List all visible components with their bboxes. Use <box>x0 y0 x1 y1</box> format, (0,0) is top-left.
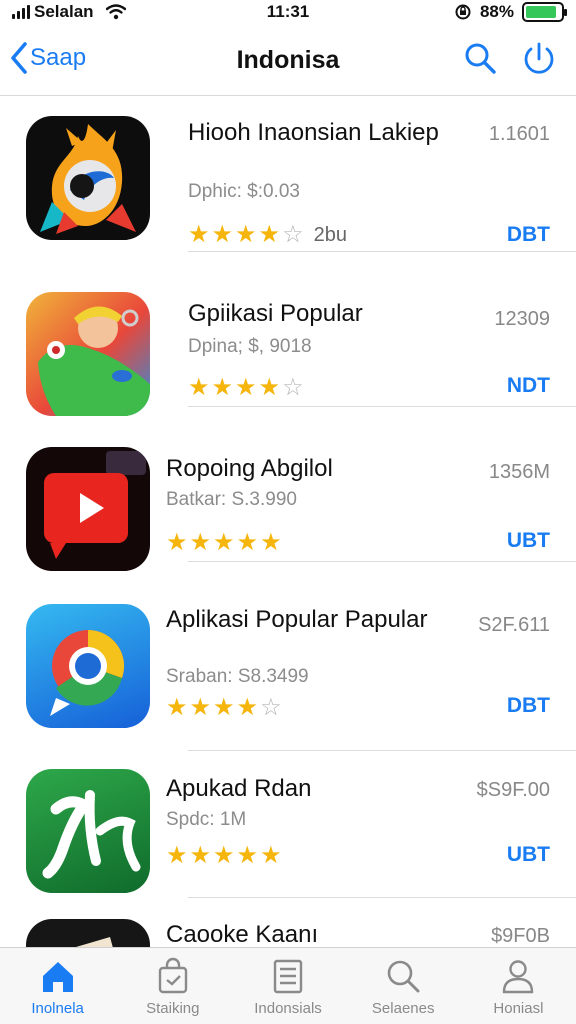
app-list: Hiooh Inaonsian Lakiep Dphic: $:0.03 ★ ★ ★… <box>0 97 576 947</box>
tab-label: Inolnela <box>31 1000 84 1017</box>
navigation-bar: Saap Indonisa <box>0 26 576 96</box>
app-name: Apukad Rdan <box>166 775 312 802</box>
app-price: 1356M <box>488 461 550 483</box>
app-price: $S9F.00 <box>476 779 550 801</box>
rating-count: 2bu <box>313 223 347 246</box>
divider <box>188 897 576 898</box>
list-item[interactable]: Aplikasi Popular Papular Sraban: S8.3499… <box>0 562 576 751</box>
battery-fill <box>526 6 556 18</box>
profile-icon <box>503 960 534 994</box>
tab-label: Staiking <box>146 1000 200 1017</box>
app-subtitle: Dphic: $:0.03 <box>188 181 300 202</box>
rating-stars: ★ ★ ★ ★ ☆ 2bu <box>188 223 347 247</box>
tab-home[interactable]: Inolnela <box>0 948 115 1024</box>
app-price: 12309 <box>494 308 550 330</box>
tab-list[interactable]: Indonsials <box>230 948 345 1024</box>
star-empty-icon: ☆ <box>282 221 304 248</box>
get-button[interactable]: NDT <box>507 374 550 398</box>
search-icon <box>387 960 420 993</box>
app-name: Gpiikasi Popular <box>188 300 363 327</box>
tab-profile[interactable]: Honiasl <box>461 948 576 1024</box>
home-icon <box>42 962 73 992</box>
star-filled-icon: ★ <box>213 694 235 721</box>
star-filled-icon: ★ <box>235 374 257 401</box>
get-button[interactable]: DBT <box>507 694 550 718</box>
star-filled-icon: ★ <box>189 529 212 556</box>
star-filled-icon: ★ <box>236 529 259 556</box>
rating-stars: ★ ★ ★ ★ ☆ <box>188 376 304 400</box>
calligraphy-icon <box>26 769 150 893</box>
star-filled-icon: ★ <box>213 842 235 869</box>
star-filled-icon: ★ <box>260 842 282 869</box>
rating-stars: ★ ★ ★ ★ ★ <box>166 844 282 868</box>
search-icon[interactable] <box>462 40 498 76</box>
status-bar: Selalan 11:31 88% <box>0 0 576 26</box>
tab-bar: Inolnela Staiking Indonsials Selaenes Ho… <box>0 947 576 1024</box>
list-item[interactable]: Apukad Rdan Spdc: 1M ★ ★ ★ ★ ★ $S9F.00 UBT <box>0 751 576 906</box>
star-filled-icon: ★ <box>260 529 282 556</box>
star-filled-icon: ★ <box>188 221 210 248</box>
star-filled-icon: ★ <box>189 694 212 721</box>
app-name: Hiooh Inaonsian Lakiep <box>188 119 439 146</box>
list-item[interactable]: Hiooh Inaonsian Lakiep Dphic: $:0.03 ★ ★ ★… <box>0 97 576 252</box>
list-item[interactable]: Caooke Kaanı $9F0B <box>0 907 576 947</box>
rating-stars: ★ ★ ★ ★ ★ <box>166 531 282 555</box>
app-price: 1.1601 <box>488 123 550 145</box>
star-filled-icon: ★ <box>166 842 188 869</box>
app-subtitle: Batkar: S.3.990 <box>166 489 297 510</box>
rotation-lock-icon <box>455 4 471 20</box>
star-filled-icon: ★ <box>258 221 281 248</box>
app-subtitle: Dpina; $, 9018 <box>188 336 312 357</box>
app-price: $9F0B <box>491 925 550 947</box>
battery-icon <box>522 2 567 22</box>
status-right: 88% <box>454 2 567 22</box>
star-filled-icon: ★ <box>211 374 234 401</box>
parrot-character-icon <box>26 292 150 416</box>
star-filled-icon: ★ <box>188 374 210 401</box>
star-filled-icon: ★ <box>236 842 259 869</box>
fire-mascot-icon <box>26 116 150 240</box>
tab-label: Honiasl <box>493 1000 544 1017</box>
star-filled-icon: ★ <box>213 529 235 556</box>
get-button[interactable]: UBT <box>507 529 550 553</box>
tab-shopping[interactable]: Staiking <box>115 948 230 1024</box>
shopping-bag-icon <box>158 957 187 994</box>
star-filled-icon: ★ <box>189 842 212 869</box>
star-filled-icon: ★ <box>166 529 188 556</box>
power-icon[interactable] <box>520 40 558 78</box>
list-document-icon <box>273 959 303 994</box>
tab-label: Indonsials <box>254 1000 322 1017</box>
app-subtitle: Sraban: S8.3499 <box>166 666 309 687</box>
get-button[interactable]: DBT <box>507 223 550 247</box>
star-filled-icon: ★ <box>166 694 188 721</box>
list-item[interactable]: Ropoing Abgilol Batkar: S.3.990 ★ ★ ★ ★ ★ 13… <box>0 407 576 571</box>
browser-icon <box>26 604 150 728</box>
star-filled-icon: ★ <box>258 374 281 401</box>
battery-percent: 88% <box>479 2 514 21</box>
star-filled-icon: ★ <box>236 694 259 721</box>
star-filled-icon: ★ <box>235 221 257 248</box>
star-empty-icon: ☆ <box>282 374 304 401</box>
tab-search[interactable]: Selaenes <box>346 948 461 1024</box>
dark-app-icon <box>26 919 150 947</box>
rating-stars: ★ ★ ★ ★ ☆ <box>166 696 282 720</box>
app-price: S2F.611 <box>478 614 550 636</box>
app-subtitle: Spdc: 1M <box>166 809 247 830</box>
app-name: Caooke Kaanı <box>166 921 319 947</box>
star-filled-icon: ★ <box>211 221 234 248</box>
star-empty-icon: ☆ <box>260 694 282 721</box>
app-name: Ropoing Abgilol <box>166 455 333 482</box>
get-button[interactable]: UBT <box>507 843 550 867</box>
tab-label: Selaenes <box>371 1000 435 1017</box>
video-play-icon <box>26 447 150 571</box>
list-item[interactable]: Gpiikasi Popular Dpina; $, 9018 ★ ★ ★ ★ ☆ 12… <box>0 252 576 416</box>
app-name: Aplikasi Popular Papular <box>166 606 428 633</box>
